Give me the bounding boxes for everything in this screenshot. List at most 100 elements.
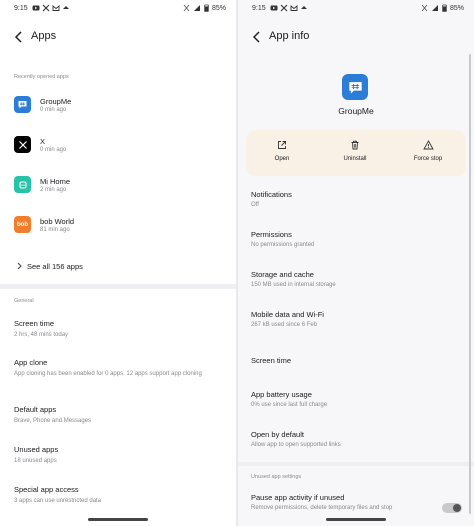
special-app-access-item[interactable]: Special app access 3 apps can use unrest… [14, 485, 226, 505]
action-label: Open [274, 156, 290, 162]
item-title: Unused apps [14, 445, 59, 454]
trash-icon [351, 140, 359, 150]
see-all-label: See all 156 apps [27, 262, 83, 271]
back-arrow-icon[interactable] [250, 30, 264, 44]
vibrate-icon [183, 4, 190, 12]
status-time: 9:15 [14, 5, 28, 12]
chevron-right-icon [17, 262, 22, 270]
cloud-icon [301, 6, 307, 9]
youtube-icon [32, 5, 40, 11]
item-subtitle: 2 hrs, 48 mins today [14, 332, 69, 338]
status-time: 9:15 [252, 5, 266, 12]
gesture-bar[interactable] [326, 518, 386, 521]
item-title: Storage and cache [251, 270, 314, 279]
open-button[interactable]: Open [252, 140, 312, 162]
item-title: Mobile data and Wi-Fi [251, 310, 324, 319]
battery-percent: 85% [211, 4, 226, 12]
item-title: Screen time [251, 356, 292, 365]
item-subtitle: 0% use since last full charge [251, 402, 328, 408]
uninstall-button[interactable]: Uninstall [325, 140, 385, 162]
item-subtitle: 3 apps can use unrestricted data [14, 498, 102, 504]
back-arrow-icon[interactable] [12, 30, 26, 44]
app-clone-item[interactable]: App clone App cloning has been enabled f… [14, 358, 226, 378]
item-title: Permissions [251, 230, 292, 239]
item-title: App clone [14, 358, 48, 367]
app-name: X [40, 137, 46, 146]
item-subtitle: 150 MB used in internal storage [251, 282, 336, 288]
open-by-default-item[interactable]: Open by default Allow app to open suppor… [251, 430, 454, 448]
page-title: Apps [31, 30, 57, 42]
app-time: 2 min ago [40, 187, 67, 193]
app-name: bob World [40, 217, 75, 226]
gmail-icon [290, 5, 298, 11]
signal-icon [431, 5, 438, 11]
page-title: App info [269, 30, 310, 42]
general-header: General [14, 298, 34, 304]
signal-icon [193, 5, 200, 11]
section-divider [238, 462, 474, 466]
apps-screen: 9:15 85% Apps Recently opened apps Group… [0, 0, 236, 526]
action-label: Uninstall [343, 156, 367, 162]
scrollbar[interactable] [469, 54, 471, 514]
permissions-item[interactable]: Permissions No permissions granted [251, 230, 454, 248]
item-subtitle: Brave, Phone and Messages [14, 418, 92, 424]
recent-app-x[interactable]: X 0 min ago [14, 134, 222, 158]
item-title: Pause app activity if unused [251, 493, 345, 502]
item-title: Default apps [14, 405, 57, 414]
gmail-icon [52, 5, 60, 11]
notification-icons [270, 4, 308, 12]
groupme-app-icon [14, 96, 31, 113]
notification-icons [32, 4, 70, 12]
action-bar: Open Uninstall Force stop [246, 130, 466, 176]
system-icons: 85% [183, 4, 226, 12]
item-subtitle: 267 kB used since 6 Feb [251, 322, 318, 328]
bob-icon-text: bob [17, 221, 28, 228]
recent-apps-header: Recently opened apps [14, 74, 69, 80]
item-title: Screen time [14, 319, 55, 328]
warning-icon [422, 140, 434, 150]
item-title: Special app access [14, 485, 79, 494]
unused-apps-item[interactable]: Unused apps 18 unused apps [14, 445, 226, 465]
default-apps-item[interactable]: Default apps Brave, Phone and Messages [14, 405, 226, 425]
battery-icon [442, 4, 447, 12]
section-divider [0, 284, 236, 289]
app-bar: Apps [0, 26, 236, 50]
x-logo-icon [280, 4, 288, 12]
app-time: 81 min ago [40, 227, 70, 233]
item-subtitle: No permissions granted [251, 242, 315, 248]
vibrate-icon [421, 4, 428, 12]
recent-app-bob-world[interactable]: bob bob World 81 min ago [14, 214, 222, 238]
recent-app-groupme[interactable]: GroupMe 0 min ago [14, 94, 222, 118]
app-time: 0 min ago [40, 147, 67, 153]
status-bar: 9:15 85% [0, 4, 236, 16]
action-label: Force stop [413, 156, 443, 162]
battery-percent: 85% [449, 4, 464, 12]
app-name: GroupMe [40, 97, 72, 106]
toggle-knob [453, 504, 461, 512]
gesture-bar[interactable] [88, 518, 148, 521]
item-title: App battery usage [251, 390, 312, 399]
pause-app-activity-item[interactable]: Pause app activity if unused Remove perm… [251, 493, 434, 511]
groupme-app-icon [342, 74, 368, 100]
screen-time-item[interactable]: Screen time 2 hrs, 48 mins today [14, 319, 226, 339]
notifications-item[interactable]: Notifications Off [251, 190, 454, 208]
battery-usage-item[interactable]: App battery usage 0% use since last full… [251, 390, 454, 408]
recent-app-mi-home[interactable]: Mi Home 2 min ago [14, 174, 222, 198]
item-subtitle: 18 unused apps [14, 458, 57, 464]
battery-icon [204, 4, 209, 12]
app-name: Mi Home [40, 177, 71, 186]
item-subtitle: Off [251, 202, 259, 208]
item-subtitle: Allow app to open supported links [251, 442, 341, 448]
app-name: GroupMe [338, 106, 374, 116]
open-external-icon [278, 141, 286, 149]
app-bar: App info [238, 26, 474, 50]
item-title: Notifications [251, 190, 292, 199]
item-subtitle: Remove permissions, delete temporary fil… [251, 505, 393, 511]
unused-app-settings-header: Unused app settings [251, 474, 302, 480]
screen-time-item[interactable]: Screen time [251, 356, 454, 365]
mobile-data-item[interactable]: Mobile data and Wi-Fi 267 kB used since … [251, 310, 454, 328]
item-subtitle: App cloning has been enabled for 0 apps.… [14, 371, 202, 377]
pause-app-toggle[interactable] [442, 503, 462, 513]
force-stop-button[interactable]: Force stop [398, 140, 458, 162]
storage-item[interactable]: Storage and cache 150 MB used in interna… [251, 270, 454, 288]
